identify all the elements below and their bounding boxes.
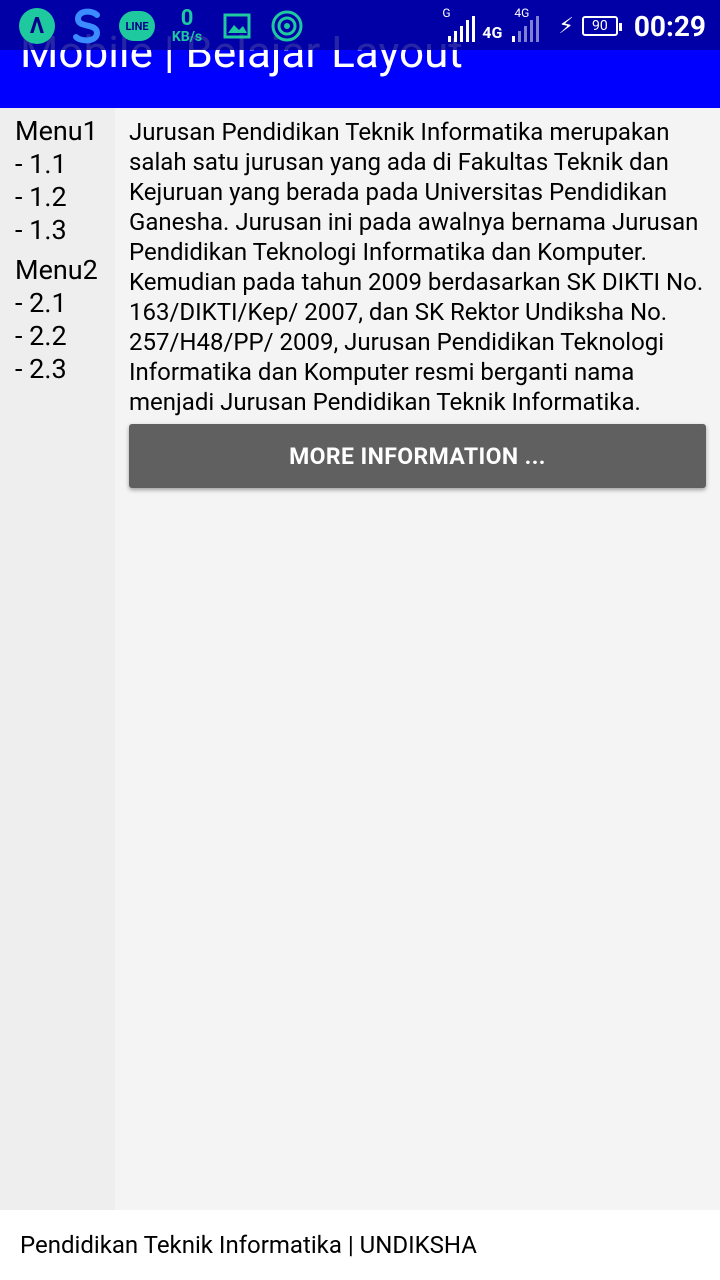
menu-item-2-1[interactable]: - 2.1: [15, 287, 115, 320]
charging-icon: ⚡: [558, 13, 574, 39]
hotspot-icon: [268, 7, 306, 45]
battery-icon: 90: [581, 16, 622, 36]
menu-header-1[interactable]: Menu1: [15, 114, 115, 148]
gallery-icon: [218, 7, 256, 45]
clock: 00:29: [633, 9, 706, 43]
sim2-signal-icon: 4G: [510, 6, 550, 46]
line-app-icon: LINE: [118, 7, 156, 45]
menu-group-2: Menu2 - 2.1 - 2.2 - 2.3: [15, 253, 115, 386]
menu-item-2-3[interactable]: - 2.3: [15, 353, 115, 386]
main-content: Jurusan Pendidikan Teknik Informatika me…: [115, 108, 720, 1210]
sim1-signal-icon: G 4G: [442, 6, 502, 46]
net-speed-unit: KB/s: [171, 29, 203, 45]
sim1-network: 4G: [482, 23, 503, 42]
net-speed-indicator: 0 KB/s: [168, 7, 206, 45]
menu-item-1-3[interactable]: - 1.3: [15, 214, 115, 247]
notification-icons: Λ LINE 0 KB/s: [18, 6, 306, 46]
menu-item-2-2[interactable]: - 2.2: [15, 320, 115, 353]
menu-item-1-2[interactable]: - 1.2: [15, 181, 115, 214]
menu-header-2[interactable]: Menu2: [15, 253, 115, 287]
battery-level: 90: [591, 18, 608, 34]
s-app-icon: [68, 7, 106, 45]
description-text: Jurusan Pendidikan Teknik Informatika me…: [129, 118, 704, 416]
system-indicators: G 4G 4G ⚡ 90 00:29: [442, 6, 706, 46]
menu-group-1: Menu1 - 1.1 - 1.2 - 1.3: [15, 114, 115, 247]
app-notification-icon: Λ: [18, 7, 56, 45]
footer-text: Pendidikan Teknik Informatika | UNDIKSHA: [20, 1231, 477, 1259]
more-information-button[interactable]: MORE INFORMATION ...: [129, 424, 706, 488]
status-bar: Λ LINE 0 KB/s G 4G 4G ⚡ 90 00:29: [0, 0, 720, 50]
net-speed-value: 0: [180, 6, 194, 31]
menu-item-1-1[interactable]: - 1.1: [15, 148, 115, 181]
sidebar-menu: Menu1 - 1.1 - 1.2 - 1.3 Menu2 - 2.1 - 2.…: [0, 108, 115, 1210]
footer: Pendidikan Teknik Informatika | UNDIKSHA: [0, 1210, 720, 1280]
